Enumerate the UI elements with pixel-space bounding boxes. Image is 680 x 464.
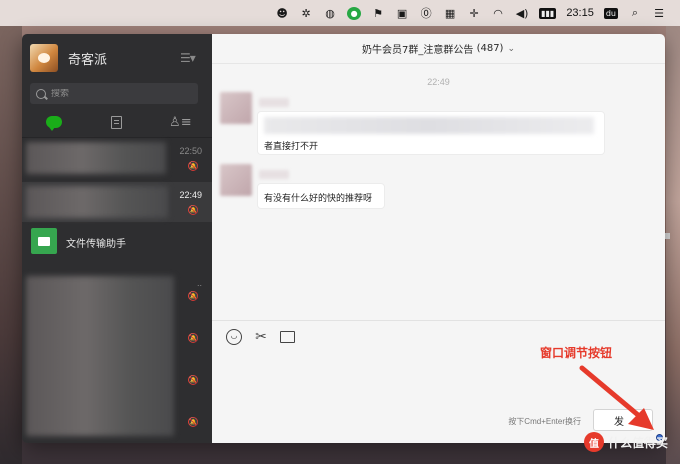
profile[interactable]: 奇客派 <box>30 44 107 72</box>
sidebar: 奇客派 ☰▾ ♙≡ 22:50 🔕 22:49 🔕 文件传输助手 <box>22 34 212 443</box>
message-text: 者直接打不开 <box>264 142 319 152</box>
sender-nickname <box>259 98 289 107</box>
desktop-background-left <box>0 26 22 464</box>
menu-icon[interactable]: ☰▾ <box>180 51 196 65</box>
avatar[interactable] <box>30 44 58 72</box>
list-icon[interactable]: ☰ <box>652 6 666 20</box>
du-icon[interactable]: du <box>603 7 618 19</box>
watermark-text: 什么值得买 <box>607 435 668 450</box>
mute-icon: 🔕 <box>187 162 199 172</box>
folder-icon[interactable] <box>280 331 295 343</box>
search-box[interactable] <box>30 83 198 104</box>
annotation-label: 窗口调节按钮 <box>540 346 613 360</box>
conversation-blurred-content <box>26 276 174 436</box>
mute-icon: 🔕 <box>187 292 199 302</box>
tab-contacts[interactable]: ♙≡ <box>149 110 212 134</box>
message-text: 有没有什么好的快的推荐呀 <box>264 194 373 204</box>
conversation-list-blurred[interactable]: .. 🔕 🔕 🔕 🔕 <box>22 272 212 443</box>
watermark-badge: 值 <box>583 432 604 452</box>
mute-icon: 🔕 <box>187 334 199 344</box>
time-separator: 22:49 <box>427 77 450 87</box>
watermark: 值 什么值得买 <box>583 432 668 452</box>
clock[interactable]: 23:15 <box>566 7 594 19</box>
conversation-time: 22:50 <box>179 146 202 156</box>
conversation-item[interactable]: 22:50 🔕 <box>22 138 212 178</box>
conversation-time: 22:49 <box>179 190 202 200</box>
sidebar-tabs: ♙≡ <box>22 110 212 134</box>
network-icon[interactable]: ✲ <box>299 6 313 20</box>
chat-header[interactable]: 奶牛会员7群_注意群公告 (487) ⌄ <box>212 34 665 64</box>
volume-icon[interactable]: ◀) <box>515 6 529 20</box>
flag-icon[interactable]: ⚑ <box>371 6 385 20</box>
wechat-icon[interactable]: ◍ <box>323 6 337 20</box>
conversation-blurred-content <box>26 142 166 174</box>
wechat-window: 奇客派 ☰▾ ♙≡ 22:50 🔕 22:49 🔕 文件传输助手 <box>22 34 665 443</box>
mute-icon: 🔕 <box>187 206 199 216</box>
message-bubble[interactable]: 有没有什么好的快的推荐呀 <box>258 184 384 208</box>
grid-icon[interactable]: ▦ <box>443 6 457 20</box>
search-input[interactable] <box>51 88 191 99</box>
contacts-icon: ♙≡ <box>169 114 192 130</box>
search-icon[interactable]: ⌕ <box>628 6 642 20</box>
sender-nickname <box>259 170 289 179</box>
dock-icon[interactable]: ▣ <box>395 6 409 20</box>
menu-bar: ☻ ✲ ◍ ● ⚑ ▣ ⓪ ▦ ✛ ◠ ◀) ▮▮▮ 23:15 du ⌕ ☰ <box>0 0 680 26</box>
tab-favorites[interactable] <box>85 110 148 134</box>
mute-icon: 🔕 <box>187 376 199 386</box>
conversation-time: .. <box>196 278 202 288</box>
file-helper-name: 文件传输助手 <box>66 239 126 250</box>
message-bubble[interactable]: 者直接打不开 <box>258 112 604 154</box>
input-toolbar: ◡ ✂ <box>226 329 295 345</box>
profile-name: 奇客派 <box>68 52 108 68</box>
pause-icon[interactable]: ⓪ <box>419 6 433 20</box>
cross-icon[interactable]: ✛ <box>467 6 481 20</box>
mute-icon: 🔕 <box>187 418 199 428</box>
conversation-blurred-content <box>26 186 168 218</box>
battery-icon[interactable]: ▮▮▮ <box>539 7 557 19</box>
conversation-item[interactable]: 22:49 🔕 <box>22 182 212 222</box>
document-icon <box>111 115 123 129</box>
scissors-icon[interactable]: ✂ <box>253 329 269 345</box>
chat-title: 奶牛会员7群_注意群公告 <box>362 45 474 56</box>
blurred-text <box>264 117 594 134</box>
folder-icon <box>31 228 57 254</box>
search-icon <box>36 88 46 99</box>
window-edge-marker <box>665 233 670 239</box>
desktop-background-right <box>666 26 680 464</box>
wifi-icon[interactable]: ◠ <box>491 6 505 20</box>
wechat-active-icon[interactable]: ● <box>347 6 362 20</box>
person-circle-icon[interactable]: ☻ <box>275 6 289 20</box>
sender-avatar[interactable] <box>220 92 252 124</box>
conversation-file-helper[interactable]: 文件传输助手 <box>22 224 212 270</box>
sender-avatar[interactable] <box>220 164 252 196</box>
member-count: (487) <box>476 43 504 54</box>
emoji-icon[interactable]: ◡ <box>226 329 242 345</box>
chevron-down-icon[interactable]: ⌄ <box>507 44 515 54</box>
chat-bubble-icon <box>45 116 62 131</box>
annotation-arrow-icon <box>579 365 654 430</box>
tab-chats[interactable] <box>22 110 85 134</box>
